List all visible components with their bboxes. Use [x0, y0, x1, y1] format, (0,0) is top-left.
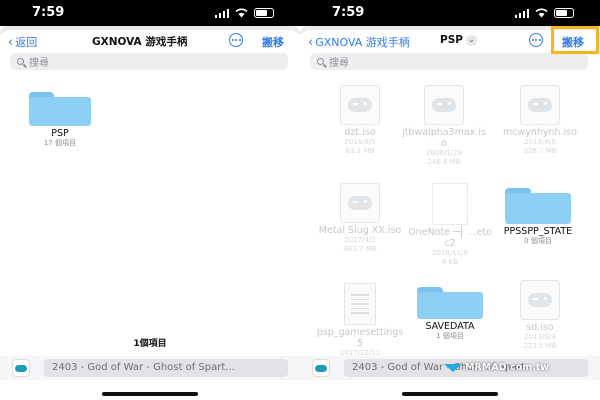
item-meta: 17 個項目	[43, 139, 77, 147]
search-field[interactable]: 搜尋	[10, 53, 288, 70]
nav-title: GXNOVA 游戏手柄	[92, 36, 188, 48]
item-size: 246.8 MB	[427, 158, 461, 166]
filename-field[interactable]: 2403 - God of War - Ghost of Spart...	[44, 359, 288, 377]
item-name: sd.iso	[526, 322, 554, 333]
item-size: 4 KB	[441, 258, 459, 266]
gamepad-icon	[340, 85, 380, 125]
status-icons	[214, 8, 274, 18]
gamepad-icon	[340, 183, 380, 223]
right-screen: 7:59 ‹ GXNOVA 游戏手柄 PSP ⌄ 搬移 搜尋 dzt.iso 2…	[300, 0, 600, 400]
folder-icon	[505, 188, 571, 224]
gamepad-icon	[424, 85, 464, 125]
item-date: 2018/8/5	[344, 138, 376, 146]
file-item[interactable]: psp_gamesettings5 2017/12/11	[316, 283, 404, 358]
nav-title-group[interactable]: PSP ⌄	[440, 34, 477, 46]
folder-item[interactable]: PPSSPP_STATE 0 個項目	[494, 188, 582, 246]
item-name: PPSSPP_STATE	[503, 226, 573, 237]
left-screen: 7:59 ‹ 返回 GXNOVA 游戏手柄 搬移 搜尋 PSP 17 個項目 1…	[0, 0, 300, 400]
wifi-icon	[235, 8, 248, 18]
battery-icon	[554, 8, 574, 18]
file-item[interactable]: Metal Slug XX.iso 2017/4/2 483.7 MB	[316, 183, 404, 254]
more-options-button[interactable]	[529, 33, 543, 47]
signal-icon	[214, 9, 229, 18]
back-button[interactable]: ‹ GXNOVA 游戏手柄	[308, 34, 410, 50]
watermark-text: MRMAD.com.tw	[465, 362, 550, 373]
folder-item[interactable]: PSP 17 個項目	[16, 92, 104, 148]
bottom-bar: 2403 - God of War - Ghost of Spart...	[0, 356, 300, 380]
item-date: 2018/8/5	[524, 138, 556, 146]
back-button[interactable]: ‹ 返回	[8, 34, 37, 50]
item-date: 2006/1/29	[426, 149, 462, 157]
status-bar: 7:59	[0, 0, 300, 26]
folder-item[interactable]: SAVEDATA 1 個項目	[406, 287, 494, 341]
gamepad-icon	[520, 85, 560, 125]
gamepad-icon	[520, 280, 560, 320]
nav-title: PSP	[440, 34, 463, 46]
file-item[interactable]: sd.iso 2013/6/3 223.5 MB	[496, 280, 584, 351]
move-button-highlight	[551, 26, 599, 54]
item-meta: 0 個項目	[524, 237, 552, 245]
search-icon	[317, 58, 324, 65]
search-placeholder: 搜尋	[29, 58, 49, 69]
item-name: PSP	[51, 128, 69, 139]
file-item[interactable]: OneNote ─┤ ...etoc2 2018/11/8 4 KB	[406, 183, 494, 267]
search-icon	[17, 58, 24, 65]
item-name: mcwynhynh.iso	[503, 127, 577, 138]
back-label: GXNOVA 游戏手柄	[315, 36, 410, 49]
item-date: 2018/11/8	[432, 249, 468, 257]
file-item[interactable]: jtbwalpha3max.iso 2006/1/29 246.8 MB	[400, 85, 488, 167]
battery-icon	[254, 8, 274, 18]
item-size: 328.7 MB	[523, 147, 557, 155]
status-time: 7:59	[32, 5, 65, 20]
item-name: psp_gamesettings5	[316, 327, 404, 349]
chevron-left-icon: ‹	[8, 34, 14, 50]
item-size: 63.1 MB	[345, 147, 375, 155]
item-meta: 1 個項目	[436, 332, 464, 340]
nav-bar: ‹ 返回 GXNOVA 游戏手柄 搬移	[0, 30, 300, 52]
folder-icon	[29, 92, 91, 126]
more-options-button[interactable]	[229, 33, 243, 47]
search-placeholder: 搜尋	[329, 58, 349, 69]
item-count: 1個項目	[133, 339, 167, 349]
item-name: jtbwalpha3max.iso	[402, 127, 486, 149]
item-name: dzt.iso	[344, 127, 376, 138]
signal-icon	[514, 9, 529, 18]
folder-icon	[417, 287, 483, 319]
file-item[interactable]: dzt.iso 2018/8/5 63.1 MB	[316, 85, 404, 156]
status-time: 7:59	[332, 5, 365, 20]
back-label: 返回	[15, 36, 38, 49]
item-name: SAVEDATA	[425, 321, 475, 332]
mrmad-logo-icon	[444, 363, 462, 372]
item-date: 2017/4/2	[344, 236, 376, 244]
file-item[interactable]: mcwynhynh.iso 2018/8/5 328.7 MB	[496, 85, 584, 156]
move-button[interactable]: 搬移	[262, 34, 284, 50]
search-field[interactable]: 搜尋	[310, 53, 588, 70]
item-size: 223.5 MB	[523, 342, 557, 350]
gamepad-app-icon[interactable]	[12, 359, 30, 377]
note-icon	[432, 183, 468, 225]
item-name: OneNote ─┤ ...etoc2	[408, 227, 492, 249]
chevron-down-icon: ⌄	[465, 34, 477, 46]
item-size: 483.7 MB	[343, 245, 377, 253]
document-icon	[344, 283, 376, 325]
wifi-icon	[535, 8, 548, 18]
watermark: MRMAD.com.tw	[444, 362, 549, 373]
home-indicator[interactable]	[102, 392, 198, 396]
item-date: 2013/6/3	[524, 333, 556, 341]
status-icons	[514, 8, 574, 18]
chevron-left-icon: ‹	[308, 34, 314, 50]
item-name: Metal Slug XX.iso	[318, 225, 402, 236]
home-indicator[interactable]	[402, 392, 498, 396]
status-bar: 7:59	[300, 0, 600, 26]
gamepad-app-icon[interactable]	[312, 359, 330, 377]
